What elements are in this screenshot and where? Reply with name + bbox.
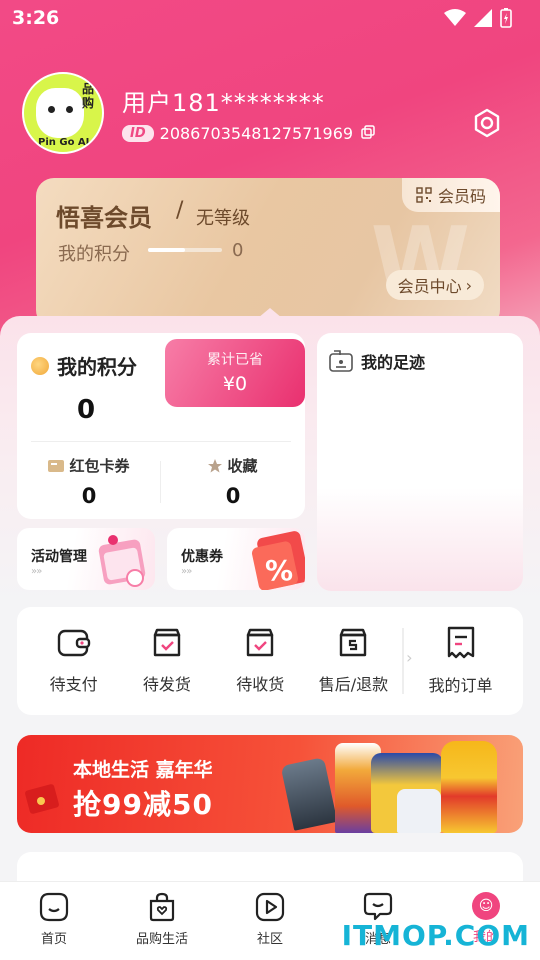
my-orders[interactable]: 我的订单 [408,626,513,696]
coupon-label: 优惠券 [181,549,223,565]
signal-icon [474,9,492,27]
banner-title: 抢99减50 [73,788,213,821]
tab-shopping-life[interactable]: 品购生活 [112,892,212,960]
saved-label: 累计已省 [207,352,263,368]
tab-label: 社区 [256,932,283,947]
footprint-title: 我的足迹 [361,353,426,372]
my-orders-label: 我的订单 [428,676,493,695]
message-icon [363,892,393,921]
user-name: 用户181******** [122,89,325,117]
box-refund-icon [340,628,367,657]
member-points-progress [148,248,222,252]
favorites-label: 收藏 [227,457,258,475]
calendar-icon [98,535,146,587]
activity-management-card[interactable]: 活动管理 » » [17,528,155,590]
status-bar: 3:26 [0,0,540,36]
total-saved-box[interactable]: 累计已省 ¥0 [165,339,305,407]
member-code-label: 会员码 [437,187,486,206]
tab-label: 品购生活 [135,932,188,947]
red-envelope-icon [25,784,59,814]
activity-label: 活动管理 [31,549,87,565]
status-icons [444,8,512,28]
box-check-icon [153,628,181,657]
product-box-image [397,789,441,833]
member-code-button[interactable]: 会员码 [401,178,500,212]
battery-icon [500,8,512,28]
member-card[interactable]: W 悟喜会员 / 无等级 我的积分 0 会员码 会员中心 › [36,178,500,328]
qr-code-icon [416,187,432,203]
product-phone-image [280,757,338,831]
points-header: 我的积分 [31,351,137,380]
member-center-label: 会员中心 [397,277,462,296]
banner-subtitle: 本地生活 嘉年华 [73,759,213,781]
order-pending-payment[interactable]: 待支付 [27,627,120,695]
coupon-card[interactable]: 优惠券 » » % [167,528,305,590]
member-center-button[interactable]: 会员中心 › [385,270,484,300]
order-label: 待收货 [236,675,285,694]
status-time: 3:26 [12,7,60,29]
avatar-side-text: 品购 [82,82,95,110]
orders-card: 待支付 待发货 待收货 售后/退款 我的订单 [17,607,523,715]
order-pending-receipt[interactable]: 待收货 [214,627,307,695]
shopping-bag-icon [149,892,175,922]
points-value: 0 [77,395,96,425]
play-icon [255,892,285,922]
footprint-icon [329,350,353,372]
member-points-label: 我的积分 [58,244,130,265]
watermark: ITMOP.COM [341,919,530,952]
favorites-entry[interactable]: 收藏 0 [161,455,305,508]
favorites-value: 0 [225,484,241,508]
wallet-icon [57,629,90,657]
coupons-entry[interactable]: 红包卡券 0 [17,455,161,508]
user-id-row: ID 2086703548127571969 [122,124,375,143]
user-info: 用户181******** ID 2086703548127571969 [122,83,375,143]
receipt-icon [447,626,474,659]
order-pending-shipment[interactable]: 待发货 [120,627,213,695]
coupons-value: 0 [81,484,97,508]
order-after-sales[interactable]: 售后/退款 [307,627,400,695]
points-card[interactable]: 累计已省 ¥0 我的积分 0 红包卡券 0 收藏 0 [17,333,305,519]
coupons-label: 红包卡券 [69,457,130,475]
wifi-icon [444,9,466,26]
box-check-icon [247,628,274,657]
product-oil-image [441,741,497,833]
user-profile[interactable]: 品购 Pin Go AI 用户181******** ID 2086703548… [22,72,375,154]
id-badge: ID [122,125,154,142]
order-label: 待支付 [49,675,98,694]
double-chevron-icon: » » [31,566,43,577]
order-label: 待发货 [142,675,191,694]
order-separator [402,628,412,694]
order-label: 售后/退款 [318,675,389,694]
discount-ticket-icon: % [251,531,305,590]
copy-icon[interactable] [361,124,375,143]
profile-icon: ☺ [472,892,500,920]
tab-community[interactable]: 社区 [220,892,320,960]
member-card-pointer [258,308,282,318]
tab-label: 首页 [40,932,67,947]
star-icon [208,458,223,472]
coin-icon [31,356,49,375]
user-id: 2086703548127571969 [159,124,354,143]
points-title: 我的积分 [57,355,137,379]
home-icon [39,892,69,922]
footprint-card[interactable]: 我的足迹 [317,333,523,591]
avatar-text: Pin Go AI [38,137,90,148]
tab-home[interactable]: 首页 [4,892,104,960]
avatar-mascot [36,88,84,138]
promo-banner[interactable]: 本地生活 嘉年华 抢99减50 [17,735,523,833]
coupon-icon [48,459,65,472]
member-level: 无等级 [196,208,250,229]
chevron-right-icon: › [465,275,472,295]
gear-icon [474,108,500,138]
double-chevron-icon: » » [181,566,193,577]
settings-button[interactable] [472,108,502,142]
footprint-header: 我的足迹 [329,349,425,373]
member-points-value: 0 [232,240,244,261]
saved-value: ¥0 [222,373,248,395]
member-title: 悟喜会员 [56,204,152,232]
avatar[interactable]: 品购 Pin Go AI [22,72,104,154]
svg-text:%: % [265,554,293,587]
